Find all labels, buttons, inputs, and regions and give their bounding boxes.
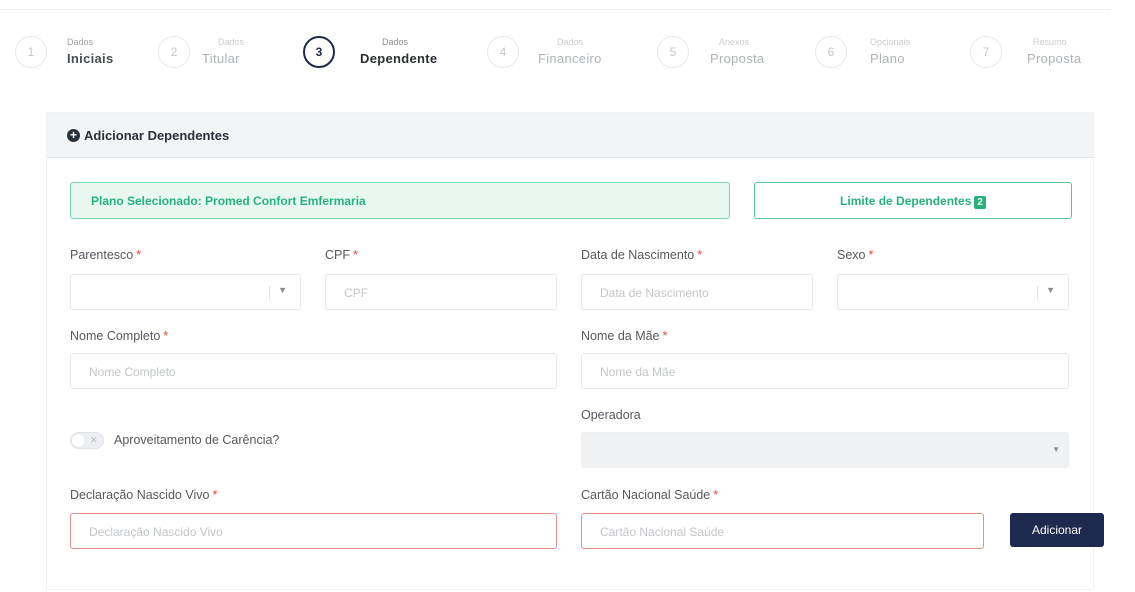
step-label: Titular (202, 51, 240, 66)
carencia-label: Aproveitamento de Carência? (114, 433, 280, 447)
caret-down-icon: ▼ (1046, 285, 1055, 295)
selected-plan-alert: Plano Selecionado: Promed Confort Emferm… (70, 182, 730, 219)
parentesco-label: Parentesco * (70, 248, 142, 262)
caret-down-icon: ▼ (1052, 445, 1060, 454)
parentesco-select[interactable]: ▼ (70, 274, 301, 310)
cpf-input[interactable]: CPF (325, 274, 557, 310)
health-card-input[interactable]: Cartão Nacional Saúde (581, 513, 984, 549)
card-title: Adicionar Dependentes (84, 128, 230, 143)
step-caption: Opcionais (870, 37, 911, 47)
step-number: 2 (158, 36, 190, 68)
step-resumo-proposta[interactable]: 7 Resumo Proposta (970, 36, 1090, 76)
health-card-label: Cartão Nacional Saúde * (581, 488, 719, 502)
limit-label: Limite de Dependentes (840, 194, 972, 208)
step-number: 4 (487, 36, 519, 68)
select-separator (1037, 286, 1038, 300)
step-caption: Dados (382, 37, 409, 47)
mother-name-input[interactable]: Nome da Mãe (581, 353, 1069, 389)
step-label: Financeiro (538, 51, 602, 66)
step-caption: Anexos (719, 37, 750, 47)
step-caption: Resumo (1033, 37, 1067, 47)
step-dados-iniciais[interactable]: 1 Dados Iniciais (15, 36, 115, 76)
step-number: 3 (303, 36, 335, 68)
add-button[interactable]: Adicionar (1010, 513, 1104, 547)
step-label: Plano (870, 51, 905, 66)
step-number: 7 (970, 36, 1002, 68)
operadora-select[interactable]: ▼ (581, 432, 1069, 468)
limit-count-badge: 2 (974, 196, 986, 209)
caret-down-icon: ▼ (278, 285, 287, 295)
cpf-label: CPF * (325, 248, 358, 262)
step-label: Proposta (710, 51, 765, 66)
step-label: Iniciais (67, 51, 114, 66)
step-number: 5 (657, 36, 689, 68)
mother-name-label: Nome da Mãe * (581, 329, 668, 343)
birthdate-input[interactable]: Data de Nascimento (581, 274, 813, 310)
step-opcionais-plano[interactable]: 6 Opcionais Plano (815, 36, 925, 76)
step-label: Proposta (1027, 51, 1082, 66)
step-number: 1 (15, 36, 47, 68)
step-number: 6 (815, 36, 847, 68)
step-caption: Dados (67, 37, 94, 47)
card-header: + Adicionar Dependentes (47, 113, 1093, 158)
birthdate-label: Data de Nascimento * (581, 248, 703, 262)
full-name-label: Nome Completo * (70, 329, 169, 343)
select-separator (269, 286, 270, 300)
sexo-select[interactable]: ▼ (837, 274, 1069, 310)
toggle-knob (72, 434, 85, 447)
top-divider (0, 9, 1110, 10)
sexo-label: Sexo * (837, 248, 874, 262)
step-caption: Dados (557, 37, 584, 47)
step-label: Dependente (360, 51, 438, 66)
dependents-limit-box: Limite de Dependentes 2 (754, 182, 1072, 219)
step-caption: Dados (218, 37, 245, 47)
full-name-input[interactable]: Nome Completo (70, 353, 557, 389)
plus-circle-icon: + (67, 129, 80, 142)
step-anexos-proposta[interactable]: 5 Anexos Proposta (657, 36, 767, 76)
close-icon: ✕ (90, 435, 98, 445)
carencia-toggle[interactable]: ✕ (70, 432, 104, 449)
birth-declaration-label: Declaração Nascido Vivo * (70, 488, 218, 502)
step-dados-dependente[interactable]: 3 Dados Dependente (303, 36, 453, 76)
birth-declaration-input[interactable]: Declaração Nascido Vivo (70, 513, 557, 549)
step-dados-titular[interactable]: 2 Dados Titular (158, 36, 268, 76)
operadora-label: Operadora (581, 408, 641, 422)
step-dados-financeiro[interactable]: 4 Dados Financeiro (487, 36, 617, 76)
